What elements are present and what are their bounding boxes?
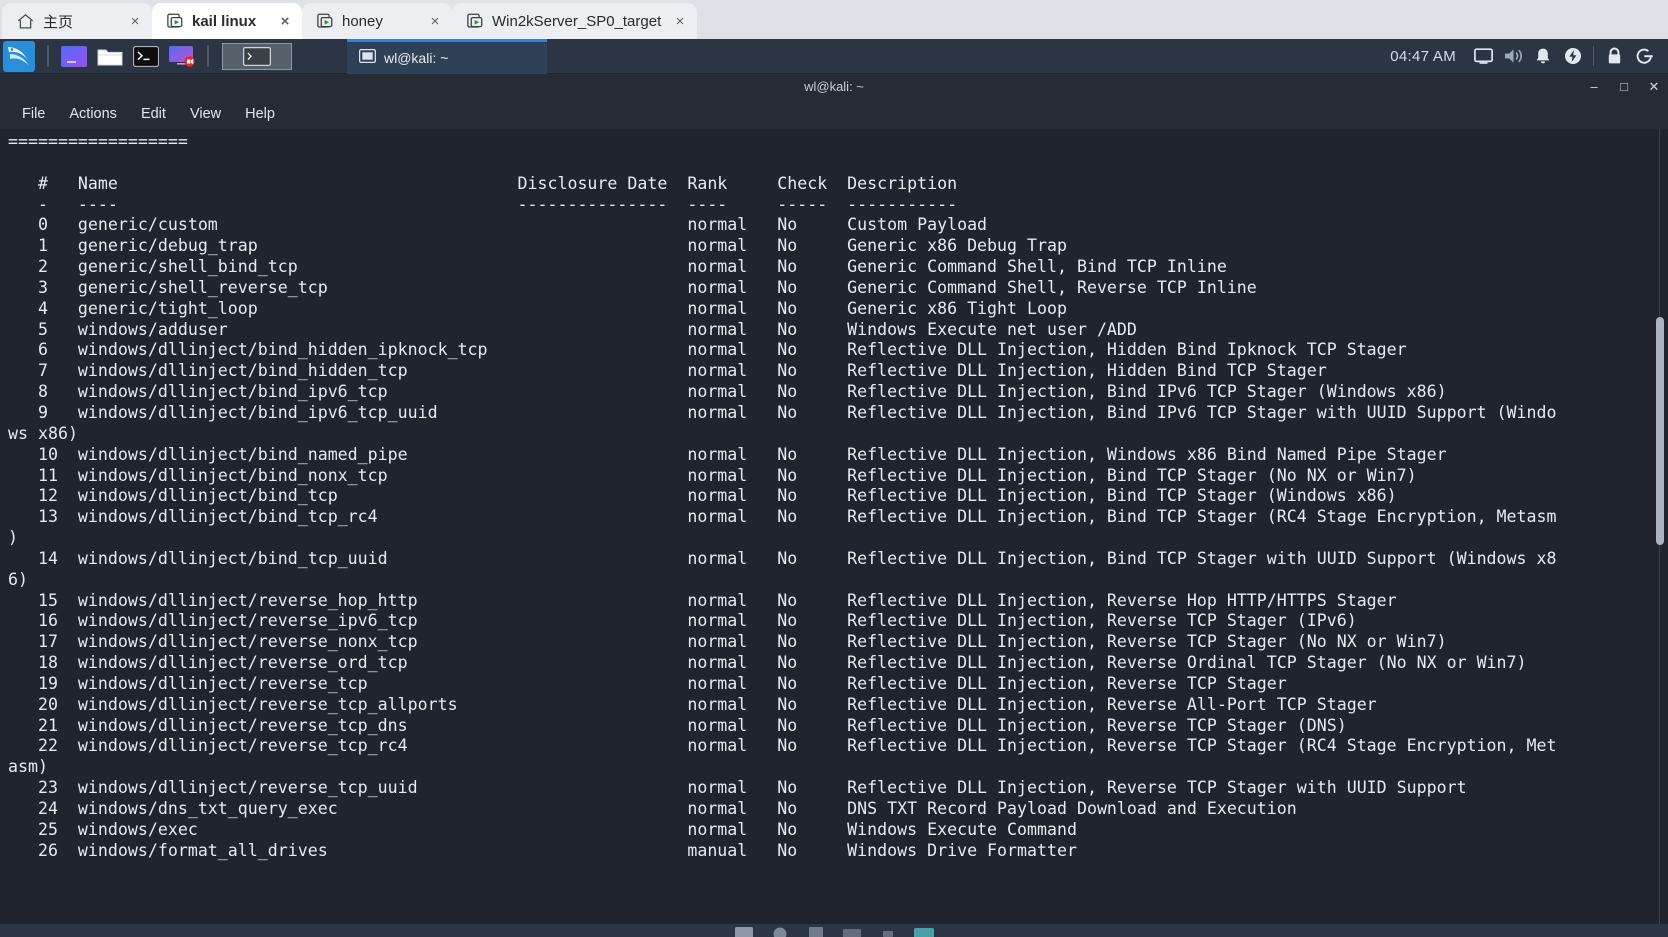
browser-tab-title: honey [342,12,383,30]
panel-separator [47,45,49,67]
display-icon[interactable] [1468,39,1498,74]
bottom-panel-icon[interactable] [913,924,935,937]
browser-tab-title: Win2kServer_SP0_target [492,12,662,30]
vm-icon [316,12,334,30]
web-browser-icon[interactable] [60,42,88,70]
notification-bell-icon[interactable] [1528,39,1558,74]
browser-tab-close-icon[interactable]: × [276,12,294,30]
browser-tab-close-icon[interactable]: × [126,12,144,30]
logout-icon[interactable] [1629,39,1659,74]
xfce-bottom-panel [0,924,1668,937]
bottom-panel-icon[interactable] [877,924,899,937]
terminal-titlebar[interactable]: wl@kali: ~ – □ ✕ [0,74,1668,99]
menu-help[interactable]: Help [233,103,287,125]
close-button[interactable]: ✕ [1646,79,1662,95]
browser-tab-strip: 主页 × kail linux × honey × Win2kServer_SP… [0,0,1668,39]
terminal-window-title: wl@kali: ~ [804,79,864,94]
menu-file[interactable]: File [10,103,57,125]
menu-view[interactable]: View [178,103,233,125]
tasklist-item-label: wl@kali: ~ [384,49,449,66]
terminal-output-area[interactable]: ================== # Name Disclosure Dat… [0,129,1668,936]
menu-actions[interactable]: Actions [57,103,129,125]
scrollbar-thumb[interactable] [1656,317,1664,545]
volume-icon[interactable] [1498,39,1528,74]
panel-system-tray: 04:47 AM [1390,39,1668,73]
browser-tab-2[interactable]: honey × [302,3,452,39]
panel-launcher-group [0,39,292,73]
xfce-desktop: Trash File System wl@kali: ~ – □ ✕ File … [0,74,1668,937]
browser-tab-3[interactable]: Win2kServer_SP0_target × [452,3,697,39]
browser-tab-0[interactable]: 主页 × [2,3,152,39]
bottom-panel-icon[interactable] [733,924,755,937]
browser-tab-close-icon[interactable]: × [426,12,444,30]
menu-edit[interactable]: Edit [129,103,178,125]
browser-tab-title: kail linux [192,12,257,30]
terminal-window: wl@kali: ~ – □ ✕ File Actions Edit View … [0,74,1668,936]
home-icon [16,12,35,31]
terminal-icon [358,48,377,66]
folder-icon[interactable] [96,42,124,70]
monitor-record-icon[interactable] [168,42,196,70]
power-icon[interactable] [1558,39,1588,74]
kali-dragon-logo[interactable] [2,40,36,73]
browser-tab-1[interactable]: kail linux × [152,3,302,39]
panel-window-tasklist: wl@kali: ~ [292,38,1390,74]
browser-tab-title: 主页 [43,13,74,31]
minimize-button[interactable]: – [1586,79,1602,95]
panel-separator [207,45,209,67]
vm-icon [166,12,184,30]
terminal-icon[interactable] [132,42,160,70]
tasklist-item-terminal[interactable]: wl@kali: ~ [347,38,547,74]
show-desktop-button[interactable] [222,42,292,70]
lock-icon[interactable] [1599,39,1629,74]
bottom-panel-icon[interactable] [805,924,827,937]
browser-tab-close-icon[interactable]: × [671,12,689,30]
tray-separator [1593,46,1594,66]
panel-clock[interactable]: 04:47 AM [1390,48,1456,65]
bottom-panel-icon[interactable] [841,924,863,937]
maximize-button[interactable]: □ [1616,79,1632,95]
vm-icon [466,12,484,30]
terminal-vertical-scrollbar[interactable] [1655,129,1665,936]
xfce-top-panel: wl@kali: ~ 04:47 AM [0,38,1668,74]
bottom-panel-icon[interactable] [769,924,791,937]
terminal-menubar: File Actions Edit View Help [0,99,1668,129]
terminal-text-content: ================== # Name Disclosure Dat… [8,132,1557,860]
